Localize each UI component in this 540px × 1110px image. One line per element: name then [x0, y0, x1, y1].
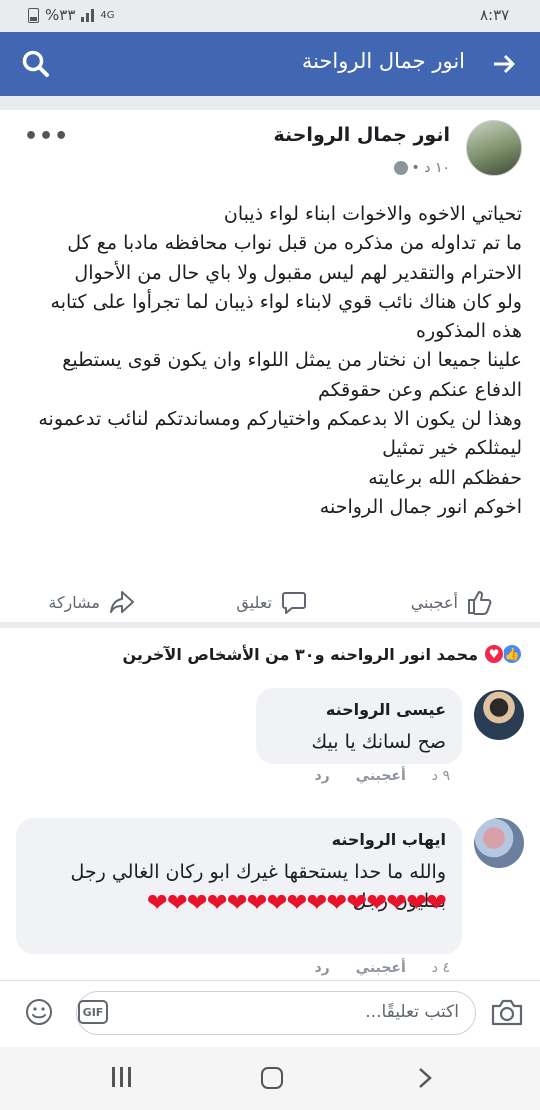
comment-reply-button[interactable]: رد	[314, 960, 329, 976]
reactions-text: محمد انور الرواحنه و٣٠ من الأشخاص الآخري…	[122, 644, 478, 664]
status-bar: %٣٣ 4G ٨:٣٧	[0, 0, 540, 32]
comment-like-button[interactable]: أعجبني	[356, 768, 406, 784]
share-button[interactable]: مشاركة	[48, 588, 136, 616]
author-avatar[interactable]	[466, 120, 522, 176]
post-line: ليمثلكم خير تمثيل	[382, 437, 522, 460]
home-icon[interactable]	[261, 1067, 283, 1089]
commenter-avatar[interactable]	[474, 690, 524, 740]
status-time: ٨:٣٧	[480, 6, 510, 24]
comment-bubble: عيسى الرواحنه صح لسانك يا بيك	[256, 688, 462, 764]
like-reaction-icon: 👍	[502, 644, 522, 664]
post-line: هذه المذكوره	[415, 320, 522, 343]
commenter-avatar[interactable]	[474, 818, 524, 868]
arrow-right-icon[interactable]	[490, 50, 518, 78]
post-line: الدفاع عنكم وعن حقوقكم	[318, 378, 522, 401]
comment-like-button[interactable]: أعجبني	[356, 960, 406, 976]
post-line: علينا جميعا ان نختار من يمثل اللواء وان …	[62, 349, 522, 372]
post-line: الاحترام والتقدير لهم ليس مقبول ولا باي …	[74, 261, 522, 284]
share-arrow-icon	[110, 591, 134, 613]
post-line: ولو كان هناك نائب قوي لابناء لواء ذيبان …	[50, 290, 522, 313]
comment-placeholder: اكتب تعليقًا...	[365, 1002, 459, 1022]
post-line: اخوكم انور جمال الرواحنه	[319, 495, 522, 518]
comment-input[interactable]: اكتب تعليقًا...	[76, 991, 476, 1035]
comment-line: والله ما حدا يستحقها غيرك ابو ركان الغال…	[70, 861, 446, 883]
post-meta: ١٠ د •	[393, 160, 450, 176]
post-line: ما تم تداوله من مذكره من قبل نواب محافظه…	[67, 232, 522, 255]
hearts-emoji-row: ❤❤❤❤❤❤❤❤❤❤❤❤❤❤❤	[146, 888, 447, 917]
globe-icon	[393, 161, 408, 175]
post-line: تحياتي الاخوه والاخوات ابناء لواء ذيبان	[223, 203, 522, 225]
comment-label: تعليق	[236, 592, 272, 612]
like-label: أعجبني	[410, 592, 458, 612]
comment-reply-button[interactable]: رد	[314, 768, 329, 784]
battery-level: %٣٣	[45, 6, 76, 24]
battery-icon	[28, 7, 39, 23]
post-card: انور جمال الرواحنة ١٠ د • ••• تحياتي الا…	[0, 96, 540, 622]
commenter-name[interactable]: ايهاب الرواحنه	[332, 830, 446, 849]
comment-bubble: ايهاب الرواحنه والله ما حدا يستحقها غيرك…	[16, 818, 462, 954]
love-reaction-icon: ♥	[484, 644, 504, 664]
chevron-right-icon[interactable]	[416, 1067, 434, 1089]
signal-icon	[81, 8, 95, 22]
comment-meta: ٩ د أعجبني رد	[314, 768, 450, 784]
reactions-summary[interactable]: 👍 ♥ محمد انور الرواحنه و٣٠ من الأشخاص ال…	[123, 644, 522, 664]
post-author[interactable]: انور جمال الرواحنة	[273, 124, 450, 146]
share-label: مشاركة	[48, 592, 100, 612]
comment-time: ٤ د	[431, 960, 450, 976]
recent-apps-icon[interactable]	[112, 1067, 132, 1089]
comment-composer: اكتب تعليقًا... GIF	[0, 981, 540, 1047]
system-nav-bar	[0, 1047, 540, 1110]
post-body: تحياتي الاخوه والاخوات ابناء لواء ذيبان …	[22, 200, 522, 522]
emoji-icon[interactable]	[24, 997, 54, 1027]
search-icon[interactable]	[20, 48, 52, 80]
comment-text: صح لسانك يا بيك	[311, 731, 446, 753]
comment-button[interactable]: تعليق	[236, 588, 308, 616]
camera-icon[interactable]	[490, 997, 524, 1027]
page-title: انور جمال الرواحنة	[301, 49, 465, 73]
comment-bubble-icon	[282, 592, 306, 614]
section-divider	[0, 622, 540, 628]
post-line: حفظكم الله برعايته	[368, 466, 522, 489]
gif-icon[interactable]: GIF	[78, 1000, 108, 1024]
comment-meta: ٤ د أعجبني رد	[314, 960, 450, 976]
post-time[interactable]: ١٠ د •	[412, 160, 450, 176]
thumbs-up-icon	[468, 591, 492, 615]
post-line: وهذا لن يكون الا بدعمكم واختياركم ومساند…	[38, 408, 522, 431]
like-button[interactable]: أعجبني	[411, 588, 494, 616]
more-options-icon[interactable]: •••	[24, 124, 69, 149]
network-type: 4G	[100, 9, 115, 21]
status-icons: %٣٣ 4G	[28, 6, 115, 24]
app-header: انور جمال الرواحنة	[0, 32, 540, 96]
comment-time: ٩ د	[431, 768, 450, 784]
commenter-name[interactable]: عيسى الرواحنه	[326, 700, 446, 719]
